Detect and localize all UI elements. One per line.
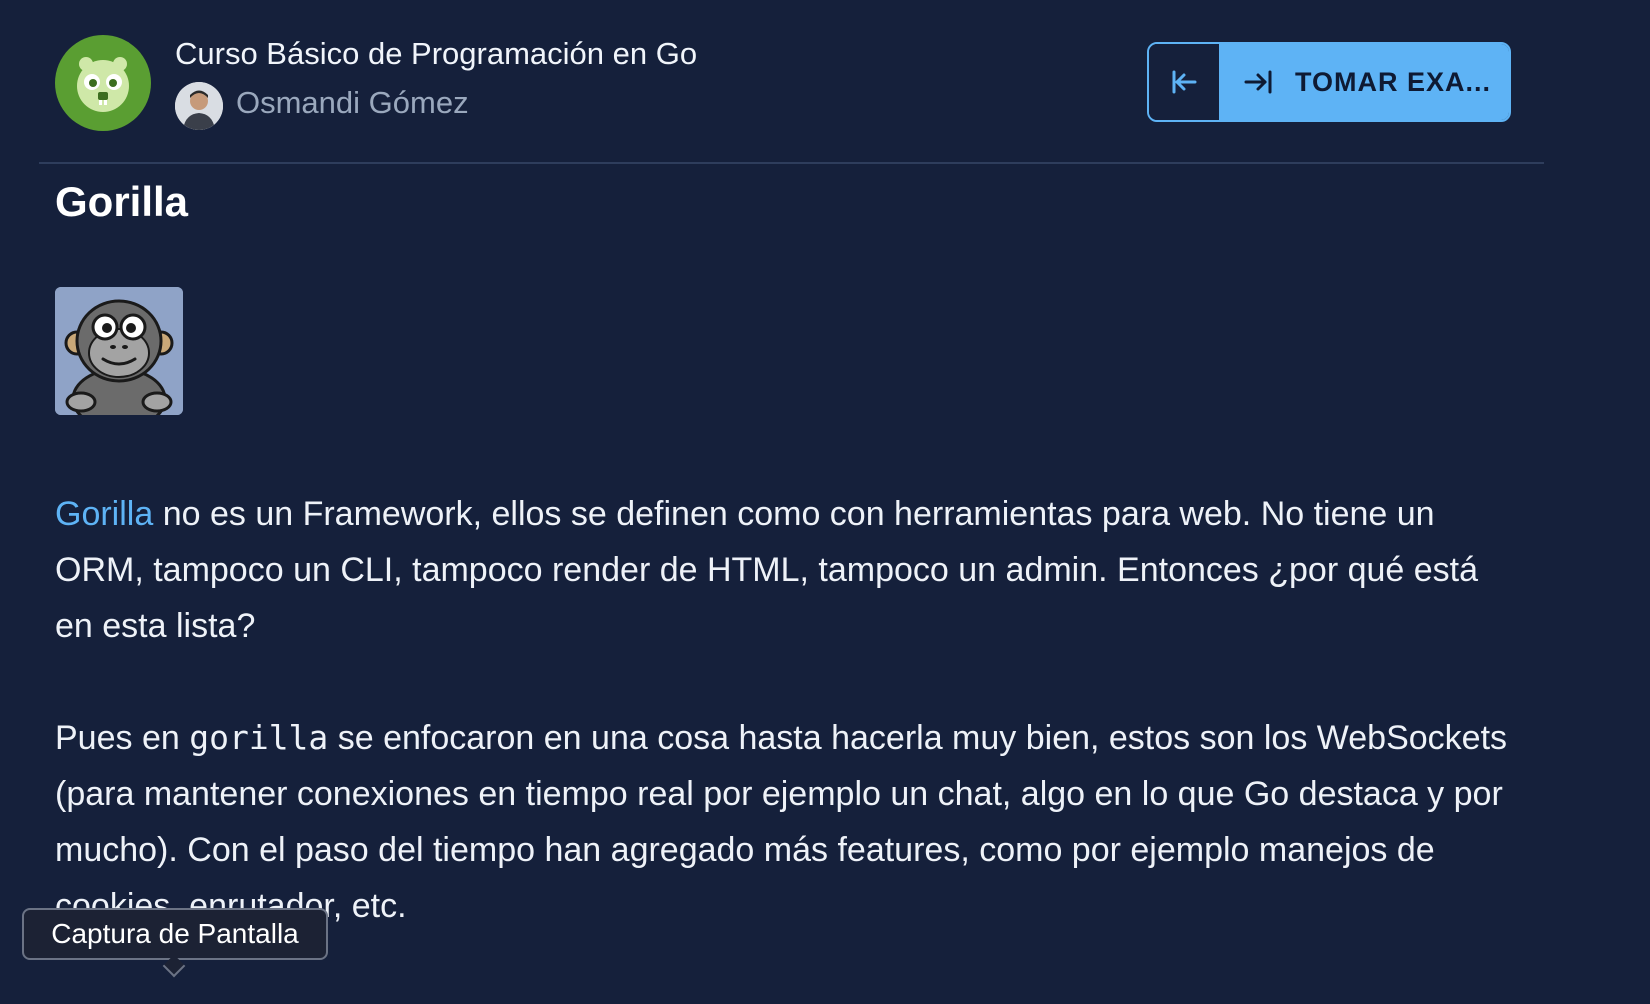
lesson-paragraph-2: Pues en gorilla se enfocaron en una cosa… — [55, 710, 1525, 934]
lesson-nav-group: TOMAR EXA... — [1147, 42, 1511, 122]
teacher-avatar — [175, 82, 223, 130]
lesson-page: Curso Básico de Programación en Go Osman… — [0, 0, 1650, 1004]
gorilla-link[interactable]: Gorilla — [55, 495, 153, 533]
arrow-to-right-icon — [1244, 70, 1272, 94]
collapse-sidebar-button[interactable] — [1149, 44, 1221, 120]
course-title[interactable]: Curso Básico de Programación en Go — [175, 36, 697, 72]
take-exam-button[interactable]: TOMAR EXA... — [1221, 44, 1509, 120]
course-header: Curso Básico de Programación en Go Osman… — [0, 0, 1650, 164]
screenshot-tooltip: Captura de Pantalla — [22, 908, 328, 960]
paragraph-2-text-before: Pues en — [55, 719, 190, 757]
arrow-to-left-icon — [1172, 70, 1197, 94]
person-avatar-icon — [175, 82, 223, 130]
paragraph-1-text: no es un Framework, ellos se definen com… — [55, 495, 1479, 645]
gorilla-image — [55, 287, 183, 415]
teacher-name[interactable]: Osmandi Gómez — [236, 85, 469, 121]
gorilla-mascot-icon — [55, 287, 183, 415]
inline-code-gorilla: gorilla — [189, 718, 329, 757]
header-divider — [39, 162, 1544, 164]
lesson-paragraph-1: Gorilla no es un Framework, ellos se def… — [55, 486, 1525, 654]
gopher-badge-icon — [77, 57, 129, 112]
lesson-title: Gorilla — [55, 178, 189, 225]
course-logo[interactable] — [55, 35, 151, 131]
take-exam-label: TOMAR EXA... — [1295, 66, 1492, 97]
